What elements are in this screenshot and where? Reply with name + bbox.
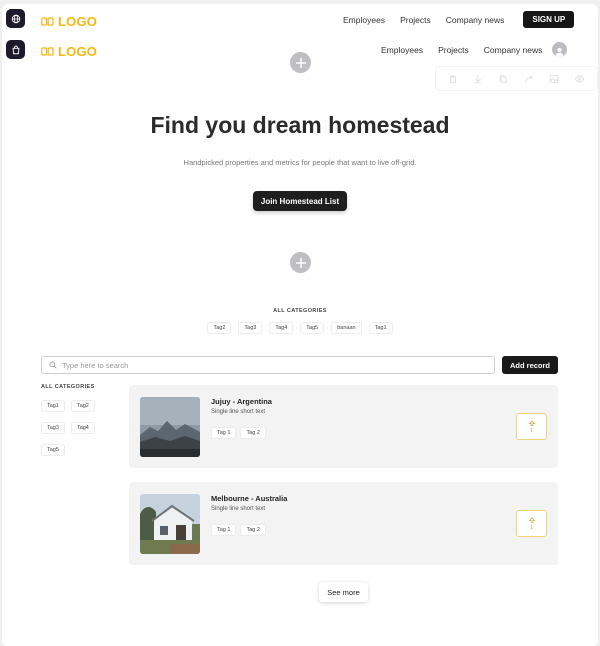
add-record-button[interactable]: Add record bbox=[502, 356, 558, 374]
nav-company-news[interactable]: Company news bbox=[484, 45, 543, 55]
category-tag-list: Tag2 Tag3 Tag4 Tag5 banaan Tag1 bbox=[0, 322, 600, 334]
download-icon[interactable] bbox=[473, 74, 483, 84]
category-tag[interactable]: Tag2 bbox=[207, 322, 232, 334]
search-icon bbox=[49, 361, 57, 369]
sidebar-tag[interactable]: Tag5 bbox=[41, 444, 65, 456]
sidebar-tag[interactable]: Tag3 bbox=[41, 422, 65, 434]
logo-secondary[interactable]: LOGO bbox=[41, 44, 97, 59]
upvote-button[interactable]: 1 bbox=[516, 510, 547, 537]
nav-employees[interactable]: Employees bbox=[343, 15, 385, 25]
category-tag[interactable]: Tag1 bbox=[368, 322, 393, 334]
add-section-button[interactable] bbox=[290, 252, 311, 273]
hero-subtitle: Handpicked properties and metrics for pe… bbox=[183, 158, 417, 167]
sidebar-tag[interactable]: Tag2 bbox=[70, 400, 95, 412]
add-section-button[interactable] bbox=[290, 52, 311, 73]
listing-title: Melbourne - Australia bbox=[211, 494, 288, 503]
nav-projects[interactable]: Projects bbox=[400, 15, 431, 25]
eye-icon[interactable] bbox=[574, 74, 585, 84]
signup-button[interactable]: SIGN UP bbox=[523, 11, 575, 28]
logo-text: LOGO bbox=[58, 44, 98, 59]
arrow-up-icon bbox=[528, 516, 535, 523]
plus-icon bbox=[295, 57, 306, 68]
nav-employees[interactable]: Employees bbox=[381, 45, 423, 55]
listing-image bbox=[140, 494, 200, 554]
share-icon[interactable] bbox=[524, 74, 534, 84]
sidebar-tag[interactable]: Tag1 bbox=[41, 400, 65, 412]
avatar[interactable] bbox=[552, 42, 568, 57]
listing-title: Jujuy - Argentina bbox=[211, 397, 272, 406]
categories-title: ALL CATEGORIES bbox=[273, 308, 327, 314]
sidebar-tag[interactable]: Tag4 bbox=[70, 422, 95, 434]
upvote-button[interactable]: 1 bbox=[516, 413, 547, 440]
primary-nav: Employees Projects Company news SIGN UP bbox=[343, 11, 575, 28]
hero-title: Find you dream homestead bbox=[150, 112, 450, 138]
image-icon[interactable] bbox=[549, 74, 559, 84]
category-tag[interactable]: Tag4 bbox=[269, 322, 294, 334]
listing-card[interactable]: Jujuy - Argentina Single line short text… bbox=[129, 385, 558, 468]
record-toolbar bbox=[435, 66, 598, 91]
vote-count: 1 bbox=[530, 524, 533, 531]
logo[interactable]: LOGO bbox=[41, 14, 97, 29]
copy-icon[interactable] bbox=[498, 74, 508, 84]
vote-count: 1 bbox=[530, 427, 533, 434]
category-tag[interactable]: banaan bbox=[331, 322, 362, 334]
join-list-button[interactable]: Join Homestead List bbox=[253, 191, 347, 211]
trash-icon[interactable] bbox=[448, 74, 458, 84]
nav-company-news[interactable]: Company news bbox=[446, 15, 505, 25]
listing-tag[interactable]: Tag 1 bbox=[211, 524, 237, 536]
listing-subtitle: Single line short text bbox=[211, 506, 266, 512]
see-more-button[interactable]: See more bbox=[319, 582, 368, 602]
logo-icon bbox=[41, 46, 54, 56]
search-field[interactable]: Type here to search bbox=[41, 356, 495, 374]
plus-icon bbox=[295, 257, 306, 268]
logo-icon bbox=[41, 16, 54, 26]
shopping-bag-icon bbox=[12, 45, 19, 54]
bag-button[interactable] bbox=[6, 40, 25, 59]
sidebar-categories-title: ALL CATEGORIES bbox=[41, 384, 95, 390]
nav-projects[interactable]: Projects bbox=[438, 45, 469, 55]
globe-icon bbox=[11, 14, 20, 23]
category-tag[interactable]: Tag3 bbox=[238, 322, 263, 334]
globe-button[interactable] bbox=[6, 9, 25, 28]
listing-card[interactable]: Melbourne - Australia Single line short … bbox=[129, 482, 558, 565]
arrow-up-icon bbox=[528, 419, 535, 426]
secondary-nav: Employees Projects Company news bbox=[381, 42, 568, 57]
listing-tag[interactable]: Tag 1 bbox=[211, 427, 237, 439]
listing-tag[interactable]: Tag 2 bbox=[240, 427, 266, 439]
listing-image bbox=[140, 397, 200, 457]
sidebar-tag-list: Tag1 Tag2 Tag3 Tag4 Tag5 bbox=[41, 400, 101, 456]
listing-subtitle: Single line short text bbox=[211, 409, 266, 415]
logo-text: LOGO bbox=[58, 14, 98, 29]
search-placeholder: Type here to search bbox=[62, 360, 129, 370]
listing-tag[interactable]: Tag 2 bbox=[240, 524, 266, 536]
category-tag[interactable]: Tag5 bbox=[300, 322, 325, 334]
user-icon bbox=[555, 47, 564, 57]
